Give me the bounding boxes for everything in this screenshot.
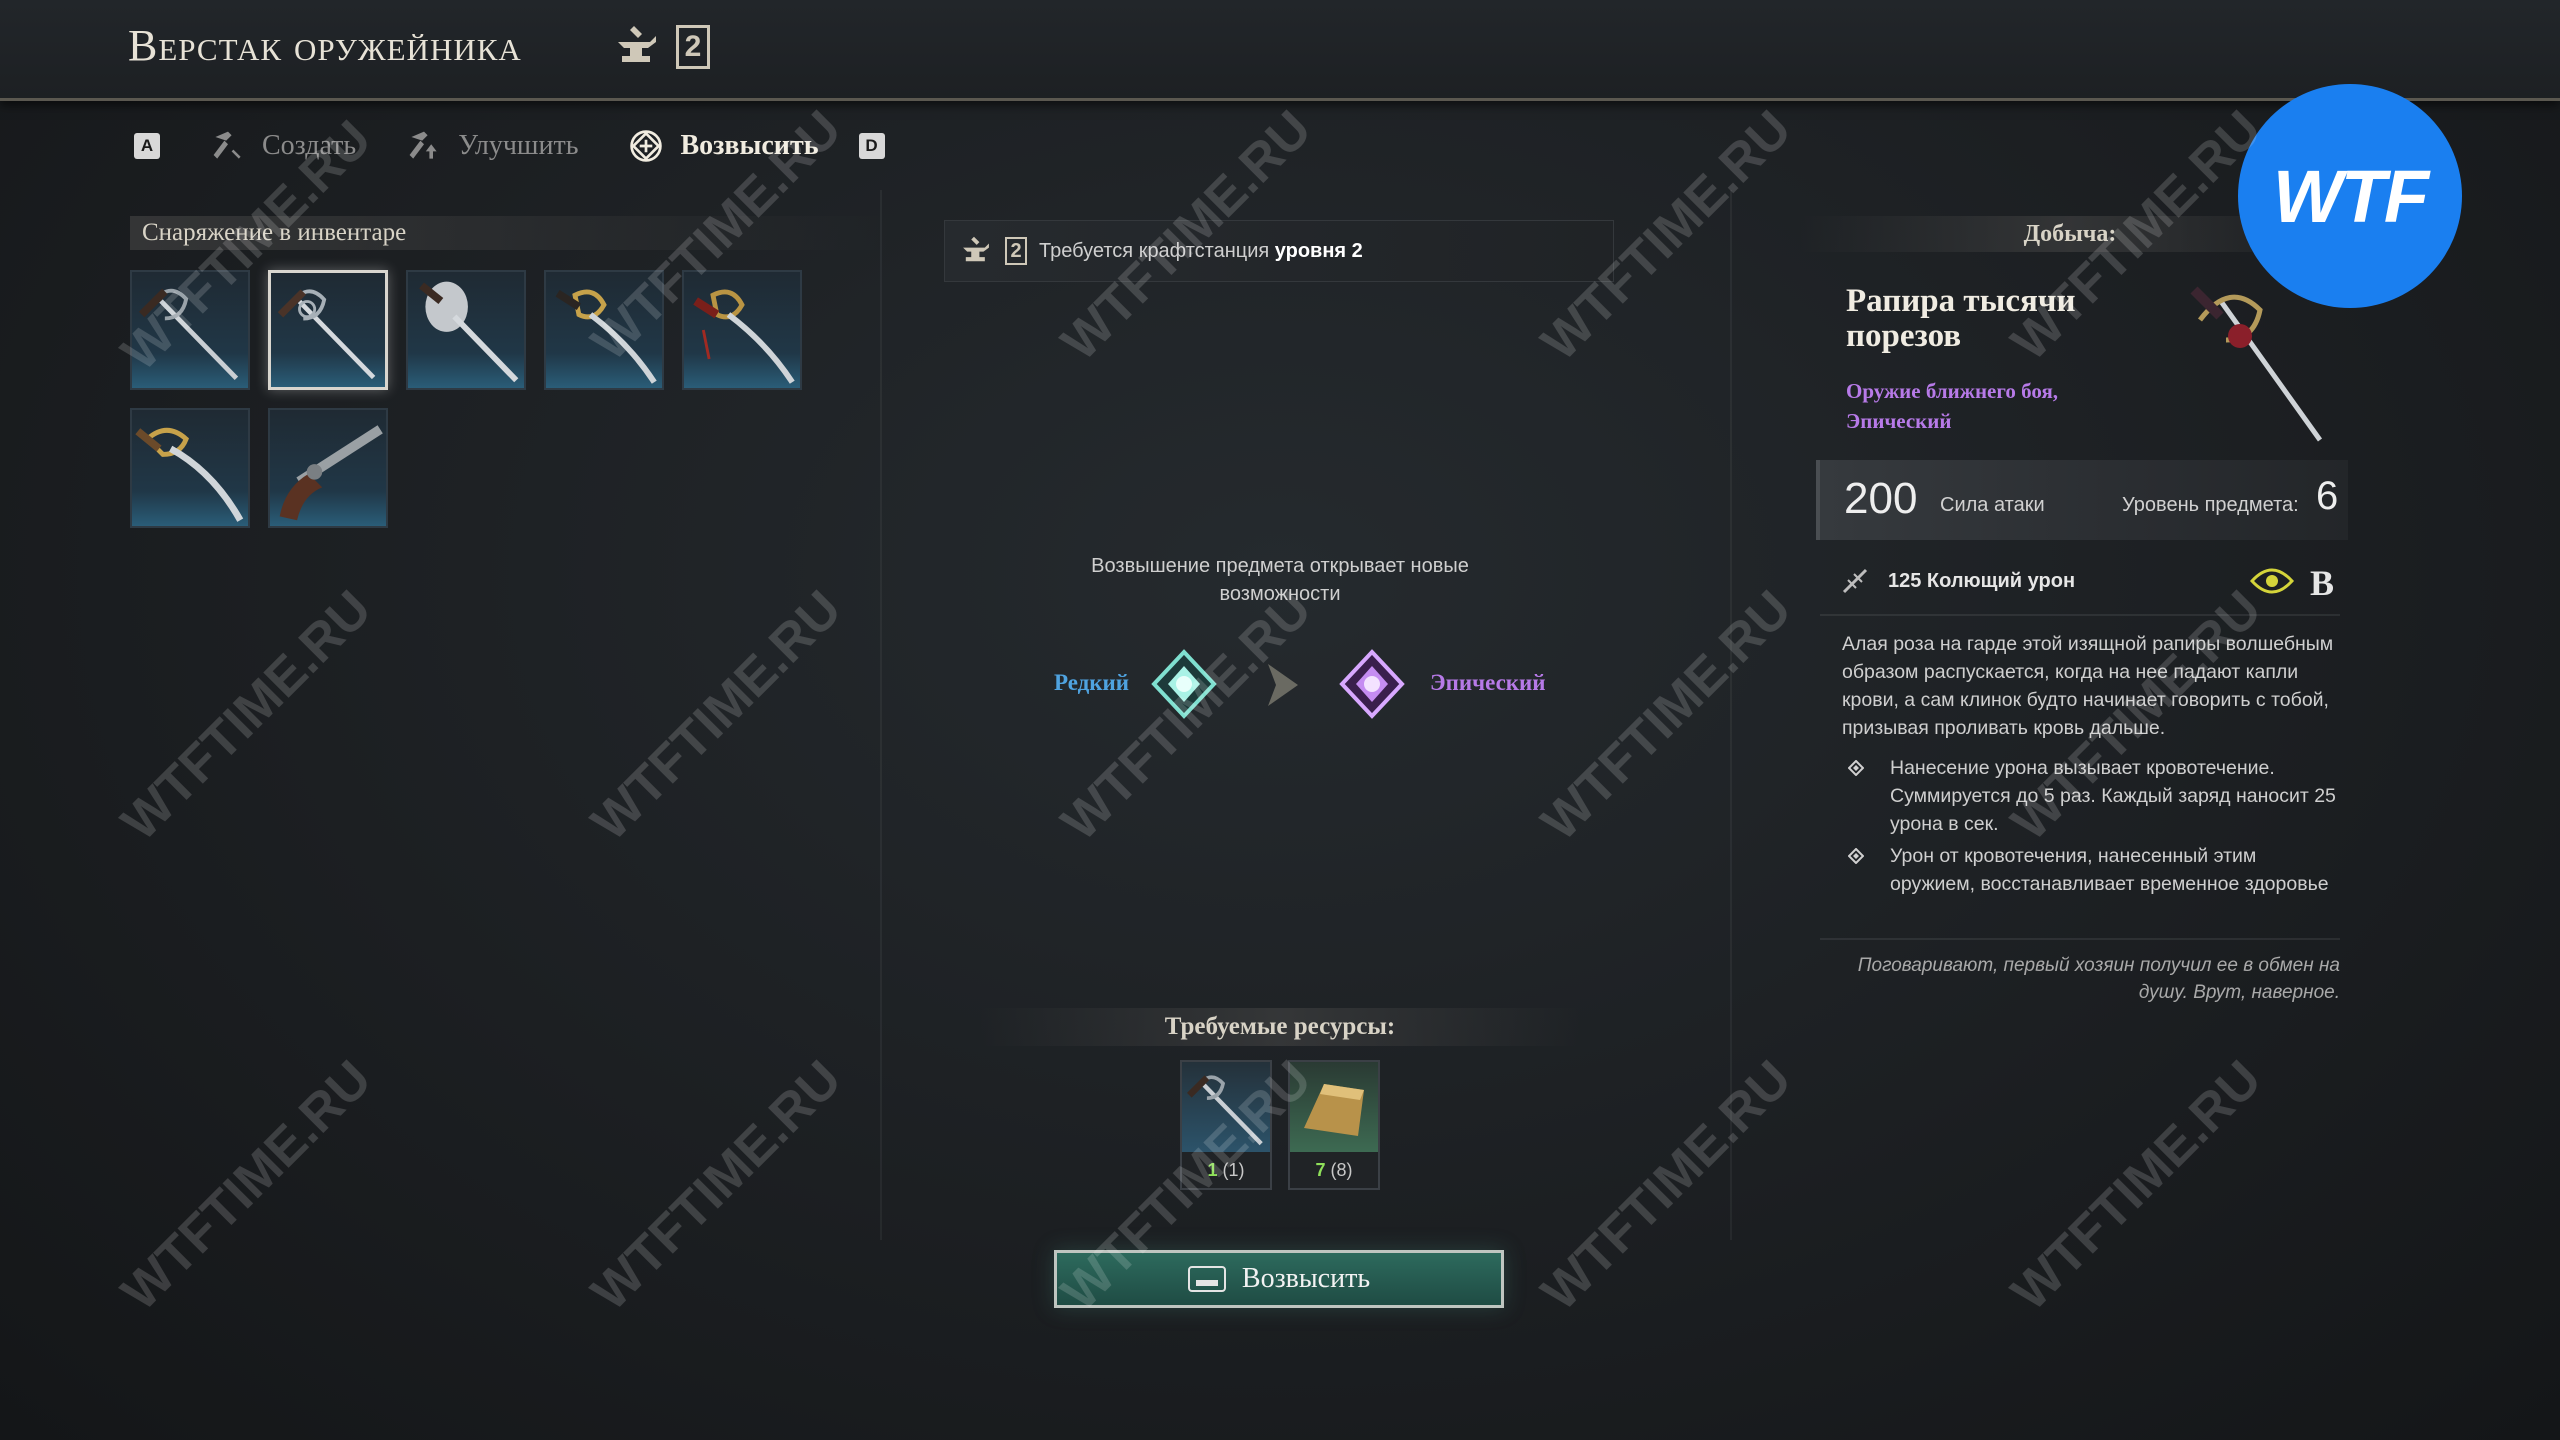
resource-rapier[interactable]: 1 (1) — [1180, 1060, 1272, 1190]
resource-gold-ingot[interactable]: 7 (8) — [1288, 1060, 1380, 1190]
eye-icon[interactable] — [2250, 566, 2294, 596]
inventory-grid — [130, 270, 830, 528]
damage-text: 125 Колющий урон — [1888, 570, 2076, 592]
ascend-description: Возвышение предмета открывает новые возм… — [1091, 555, 1469, 605]
ascend-icon — [630, 130, 663, 162]
spacebar-key-icon — [1187, 1266, 1226, 1292]
tab-bar: A Создать Улучшить Возвысить D — [134, 118, 885, 174]
pistol-icon — [279, 425, 383, 521]
sabre-icon — [135, 427, 244, 522]
attack-value: 200 — [1844, 474, 1918, 523]
watermark: WTFTIME.RU — [1530, 579, 1803, 852]
resource-rapier-image — [1182, 1062, 1270, 1152]
resources-list: 1 (1) 7 (8) — [1180, 1060, 1380, 1190]
item-level-label: Уровень предмета: — [2122, 494, 2299, 516]
divider — [1820, 938, 2340, 940]
scaling-grade: B — [2310, 563, 2335, 603]
sabre-icon — [693, 289, 795, 384]
tab-upgrade[interactable]: Улучшить — [406, 126, 578, 166]
tab-upgrade-label: Улучшить — [458, 130, 579, 161]
resources-title: Требуемые ресурсы: — [980, 1008, 1580, 1046]
wtf-logo: WTF — [2238, 84, 2462, 308]
tab-create-label: Создать — [262, 130, 357, 161]
inventory-slot-cutlass[interactable] — [130, 408, 250, 528]
panel-divider-right — [1730, 190, 1732, 1240]
rare-gem-icon — [1151, 649, 1217, 719]
panel-divider-left — [880, 190, 882, 1240]
hammer-up-icon — [409, 131, 437, 159]
rarity-to-label: Эпический — [1430, 670, 1546, 695]
item-lore: Алая роза на гарде этой изящной рапиры в… — [1842, 633, 2334, 739]
item-level-value: 6 — [2316, 474, 2339, 518]
damage-row: 125 Колющий урон B — [1840, 562, 2340, 604]
tab-next-key[interactable]: D — [858, 133, 885, 159]
ingot-icon — [1304, 1084, 1364, 1136]
rapier-icon — [1186, 1075, 1263, 1146]
epic-gem-icon — [1339, 649, 1405, 719]
tab-prev-key[interactable]: A — [134, 133, 160, 159]
window-title: Верстак оружейника — [128, 21, 522, 70]
watermark: WTFTIME.RU — [2000, 1049, 2273, 1322]
station-requirement: 2 Требуется крафтстанция уровня 2 — [944, 220, 1614, 282]
item-name: Рапира тысячи порезов — [1846, 283, 2076, 354]
item-type: Оружие ближнего боя, Эпический — [1846, 379, 2059, 433]
tab-ascend[interactable]: Возвысить — [628, 126, 819, 166]
rarity-from-label: Редкий — [1054, 670, 1130, 695]
sword-icon — [419, 281, 519, 383]
arrow-right-icon — [1268, 664, 1298, 706]
inventory-slot-rapier-1[interactable] — [130, 270, 250, 390]
sabre-icon — [555, 289, 657, 384]
requirement-text: Требуется крафтстанция уровня 2 — [1039, 239, 1363, 262]
inventory-slot-flintlock-pistol[interactable] — [268, 408, 388, 528]
rapier-icon — [138, 288, 239, 381]
inventory-slot-sabre-gold[interactable] — [544, 270, 664, 390]
diamond-bullet-icon — [1848, 760, 1864, 776]
rapier-icon — [277, 289, 376, 380]
watermark: WTFTIME.RU — [110, 1049, 383, 1322]
title-bar: Верстак оружейника 2 — [0, 0, 2560, 101]
watermark: WTFTIME.RU — [580, 579, 853, 852]
stats-bar: 200 Сила атаки Уровень предмета: 6 — [1816, 460, 2348, 540]
tab-ascend-label: Возвысить — [680, 130, 819, 161]
rarity-transition: Редкий Эпический — [1040, 640, 1570, 730]
diamond-bullet-icon — [1848, 848, 1864, 864]
watermark: WTFTIME.RU — [580, 1049, 853, 1322]
item-quote: Поговаривают, первый хозяин получил ее в… — [1857, 955, 2340, 1003]
divider — [1820, 614, 2340, 616]
tab-create[interactable]: Создать — [210, 126, 356, 166]
anvil-icon — [618, 26, 656, 62]
anvil-icon — [963, 236, 989, 262]
station-level-badge: 2 — [676, 25, 710, 69]
watermark: WTFTIME.RU — [1530, 1049, 1803, 1322]
inventory-slot-rapier-2[interactable] — [268, 270, 388, 390]
pierce-damage-icon — [1842, 568, 1868, 594]
inventory-title: Снаряжение в инвентаре — [130, 216, 890, 250]
resource-gold-ingot-image — [1290, 1062, 1378, 1152]
station-level-mini-badge: 2 — [1005, 237, 1027, 265]
inventory-slot-shell-guard-sword[interactable] — [406, 270, 526, 390]
watermark: WTFTIME.RU — [110, 579, 383, 852]
hammer-icon — [213, 131, 241, 159]
attack-label: Сила атаки — [1940, 494, 2045, 516]
ascend-button[interactable]: Возвысить — [1054, 1250, 1504, 1308]
inventory-slot-sabre-red[interactable] — [682, 270, 802, 390]
ascend-button-label: Возвысить — [1241, 1263, 1371, 1294]
resource-rapier-count: 1 (1) — [1207, 1160, 1245, 1180]
resource-gold-ingot-count: 7 (8) — [1315, 1160, 1353, 1180]
